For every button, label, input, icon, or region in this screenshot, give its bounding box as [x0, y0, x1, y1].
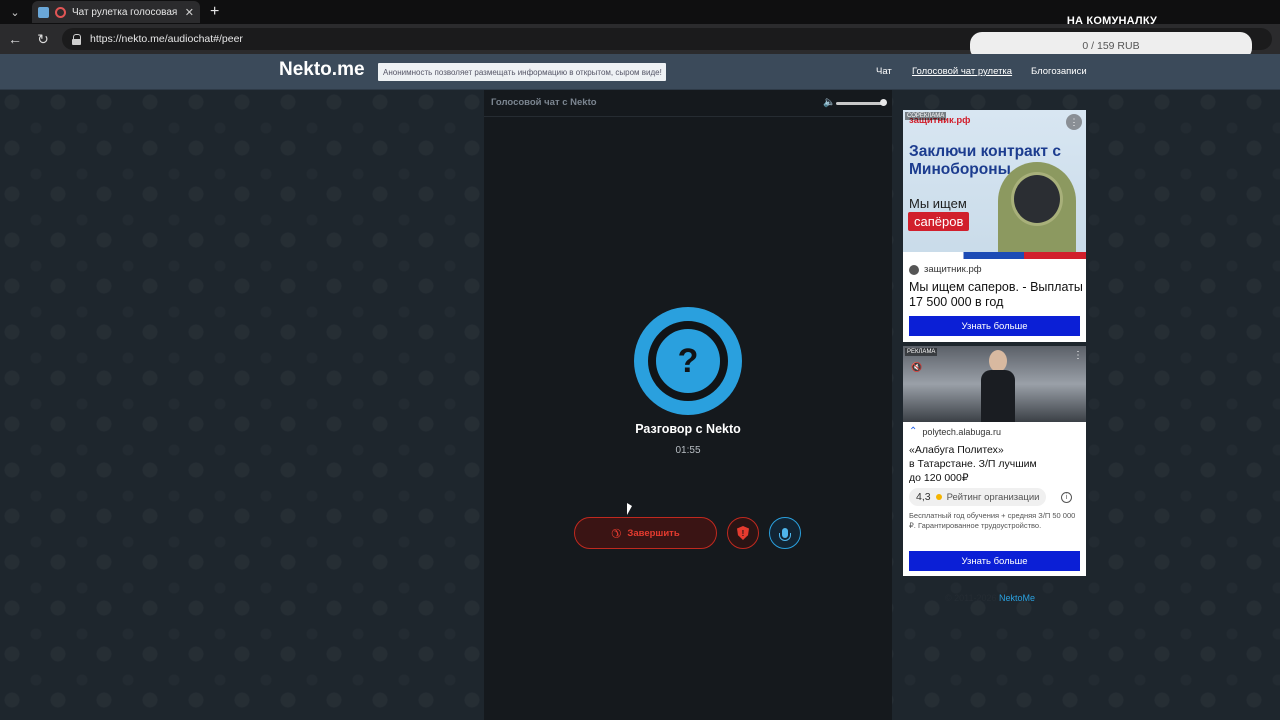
footer-link[interactable]: NektoMe — [999, 593, 1035, 603]
tab-title: Чат рулетка голосовая — N — [72, 6, 179, 18]
nav-chat-link[interactable]: Чат — [876, 66, 892, 77]
lock-icon — [72, 33, 82, 45]
shield-icon: ! — [737, 526, 749, 540]
mouse-cursor — [627, 503, 632, 515]
ad-1-title[interactable]: Мы ищем саперов. - Выплаты 17 500 000 в … — [909, 280, 1084, 310]
ad-2-rating: 4,3 Рейтинг организации — [909, 488, 1047, 506]
ad-1-image[interactable]: защитник.рф СОРЕКЛАМА ⋮ Заключи контракт… — [903, 110, 1086, 259]
new-tab-icon[interactable]: + — [210, 3, 219, 21]
peer-avatar: ? — [634, 307, 742, 415]
back-arrow-icon[interactable]: ← — [2, 26, 28, 52]
browser-tab[interactable]: Чат рулетка голосовая — N ✕ — [32, 1, 200, 23]
mute-icon[interactable]: 🔇 — [911, 362, 922, 373]
panel-title: Голосовой чат с Nekto — [491, 97, 597, 108]
conversation-title: Разговор с Nekto — [635, 422, 741, 436]
question-mark-icon: ? — [677, 342, 699, 380]
nav-voice-chat-link[interactable]: Голосовой чат рулетка — [912, 66, 1012, 77]
ad-1-subtext: Мы ищем — [909, 196, 967, 211]
panel-header: Голосовой чат с Nekto 🔈 — [484, 90, 892, 117]
copyright-text: © 2011-2026 — [945, 593, 997, 603]
helmet-figure — [1011, 172, 1063, 226]
site-logo[interactable]: Nekto.me — [279, 59, 365, 81]
donation-label: НА КОМУНАЛКУ — [1066, 15, 1158, 27]
microphone-toggle-button[interactable] — [769, 517, 801, 549]
ad-1-highlight: сапёров — [908, 212, 970, 231]
rating-value: 4,3 — [916, 491, 931, 503]
ad-banner-2[interactable]: РЕКЛАМА 🔇 ⋮ ⌃ polytech.alabuga.ru «Алабу… — [903, 346, 1086, 576]
volume-icon[interactable]: 🔈 — [823, 97, 835, 108]
microphone-icon — [779, 528, 791, 541]
ad-2-title[interactable]: «Алабуга Политех» в Татарстане. З/П лучш… — [909, 443, 1084, 485]
report-button[interactable]: ! — [727, 517, 759, 549]
ad-2-title-line-1: «Алабуга Политех» — [909, 444, 1004, 456]
call-timer: 01:55 — [675, 445, 701, 456]
info-icon[interactable]: i — [1061, 492, 1072, 503]
volume-slider[interactable] — [836, 102, 884, 105]
tab-close-icon[interactable]: ✕ — [185, 6, 194, 19]
site-footer: © 2011-2026 NektoMe — [945, 593, 1035, 603]
ad-1-tag: СОРЕКЛАМА — [905, 112, 947, 120]
ad-2-menu-icon[interactable]: ⋮ — [1073, 350, 1083, 361]
star-icon — [935, 494, 942, 500]
end-call-label: Завершить — [627, 527, 680, 539]
voice-chat-panel: Голосовой чат с Nekto 🔈 ? Разговор с Nek… — [484, 90, 892, 720]
nav-blog-link[interactable]: Блогозаписи — [1031, 66, 1087, 77]
ad-2-description: Бесплатный год обучения + средняя З/П 50… — [909, 511, 1076, 530]
reload-icon[interactable]: ↻ — [30, 26, 56, 52]
site-favicon-icon — [909, 264, 919, 275]
ad-2-title-line-3: до 120 000₽ — [909, 472, 969, 484]
presenter-figure — [981, 350, 1015, 422]
ad-2-title-line-2: в Татарстане. З/П лучшим — [909, 458, 1037, 470]
presenter-head — [989, 350, 1007, 372]
rating-label: Рейтинг организации — [946, 491, 1040, 503]
ad-2-site-name: polytech.alabuga.ru — [922, 426, 1001, 437]
tab-list-chevron-icon[interactable]: ⌄ — [4, 1, 26, 23]
ad-menu-icon[interactable]: ⋮ — [1066, 114, 1082, 130]
ad-2-site: ⌃ polytech.alabuga.ru — [909, 426, 1001, 437]
ad-2-learn-more-button[interactable]: Узнать больше — [909, 551, 1080, 571]
ad-1-learn-more-button[interactable]: Узнать больше — [909, 316, 1080, 336]
workspace-icon — [38, 6, 49, 18]
url-text: https://nekto.me/audiochat#/peer — [90, 33, 243, 45]
ad-banner-1[interactable]: защитник.рф СОРЕКЛАМА ⋮ Заключи контракт… — [903, 110, 1086, 342]
recording-icon — [55, 6, 66, 18]
presenter-body — [981, 370, 1015, 422]
site-logo-icon: ⌃ — [909, 426, 918, 437]
ad-1-site: защитник.рф — [909, 264, 982, 275]
ad-2-tag: РЕКЛАМА — [905, 348, 938, 356]
ad-2-video[interactable]: РЕКЛАМА 🔇 ⋮ — [903, 346, 1086, 422]
hang-up-phone-icon: ✆ — [607, 524, 625, 542]
volume-slider-handle[interactable] — [880, 99, 887, 106]
ad-1-site-name: защитник.рф — [924, 264, 982, 275]
anonymity-notice: Анонимность позволяет размещать информац… — [378, 63, 666, 81]
avatar-ring: ? — [648, 321, 728, 401]
site-header: Nekto.me Анонимность позволяет размещать… — [0, 54, 1280, 90]
end-call-button[interactable]: ✆ Завершить — [574, 517, 717, 549]
flag-stripe — [903, 252, 1086, 259]
